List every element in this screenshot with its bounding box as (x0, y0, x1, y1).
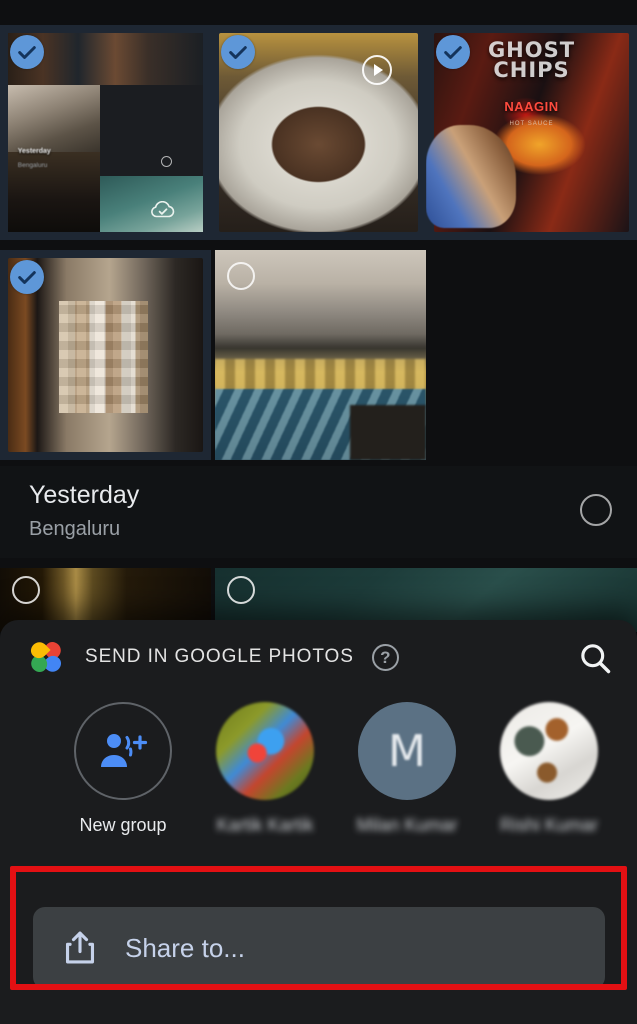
avatar (216, 702, 314, 800)
person-add-icon (101, 734, 148, 767)
photo-tile-food[interactable] (211, 25, 426, 240)
pixelated-region (58, 300, 149, 414)
selection-check-icon[interactable] (10, 260, 44, 294)
date-section-header: Yesterday Bengaluru (0, 466, 637, 558)
check-icon (229, 46, 247, 59)
photo-tile-collage[interactable]: Yesterday Bengaluru (0, 25, 211, 240)
selection-circle-outline-icon[interactable] (227, 262, 255, 290)
contact-suggestion-row[interactable]: New group Kartik Kartik M Milan Kumar Ri… (0, 702, 637, 835)
photo-tile-snack-packet[interactable]: GHOST CHIPS NAAGIN HOT SAUCE (426, 25, 637, 240)
contact-name-label: Rishi Kumar (499, 815, 599, 835)
select-all-circle-icon[interactable] (580, 494, 612, 526)
phone-screen: Yesterday Bengaluru GHOST CHIPS NAAGIN H… (0, 0, 637, 1024)
date-title: Yesterday (29, 481, 140, 509)
google-photos-pinwheel-icon (30, 641, 62, 673)
photo-grid-row: Yesterday Bengaluru GHOST CHIPS NAAGIN H… (0, 25, 637, 240)
share-upload-icon (65, 931, 95, 964)
avatar: M (358, 702, 456, 800)
hand-holding-packet (426, 124, 516, 229)
cloud-backup-done-icon (150, 201, 174, 218)
check-icon (18, 46, 36, 59)
selection-check-icon[interactable] (436, 35, 470, 69)
selection-circle-outline-icon[interactable] (12, 576, 40, 604)
share-to-button[interactable]: Share to... (33, 907, 605, 989)
share-sheet-header: SEND IN GOOGLE PHOTOS ? (0, 620, 637, 694)
avatar (74, 702, 172, 800)
contact-item[interactable]: M Milan Kumar (336, 702, 478, 836)
avatar-initial: M (388, 725, 426, 777)
avatar (500, 702, 598, 800)
collage-inner-place-label: Bengaluru (17, 162, 48, 170)
packet-brand-text: NAAGIN (504, 98, 559, 114)
contact-item[interactable]: Kartik Kartik (194, 702, 336, 836)
check-icon (444, 46, 462, 59)
photo-grid-row (0, 250, 637, 460)
contact-item[interactable]: Rishi Kumar (478, 702, 620, 836)
share-bottom-sheet: SEND IN GOOGLE PHOTOS ? New group Kartik… (0, 620, 637, 1024)
selection-check-icon[interactable] (10, 35, 44, 69)
photo-tile-blurred-room[interactable] (0, 250, 211, 460)
motion-photo-play-icon (362, 54, 393, 85)
help-question-icon[interactable]: ? (371, 643, 399, 671)
check-icon (18, 271, 36, 284)
collage-inner-date-label: Yesterday (17, 148, 51, 156)
date-location-subtitle: Bengaluru (29, 518, 121, 540)
contact-name-label: Kartik Kartik (216, 815, 314, 835)
selection-circle-outline-icon[interactable] (226, 576, 255, 604)
contact-new-group[interactable]: New group (52, 702, 194, 836)
share-sheet-title: SEND IN GOOGLE PHOTOS (85, 646, 354, 667)
share-to-label: Share to... (125, 932, 245, 963)
search-icon[interactable] (577, 640, 613, 676)
selection-check-icon[interactable] (221, 35, 255, 69)
photo-tile-banquet-hall[interactable] (215, 250, 426, 460)
contact-name-label: New group (79, 815, 167, 835)
contact-name-label: Milan Kumar (356, 815, 458, 835)
